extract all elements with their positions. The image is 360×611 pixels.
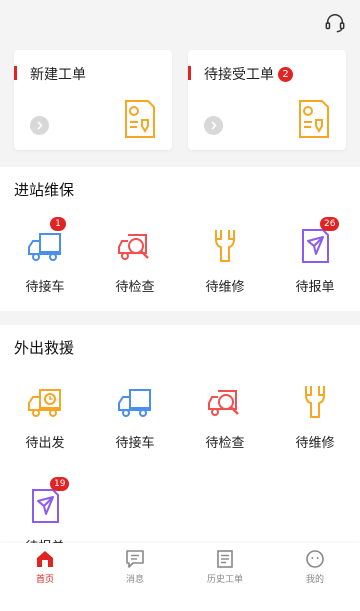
wrench-icon [215,230,235,262]
inspect-icon [118,234,149,260]
tab-label: 历史工单 [206,575,243,585]
grid-item-label: 待维修 [205,280,245,295]
grid-item-repair[interactable]: 待维修 [180,227,270,307]
station-maintenance-section: 进站维保 1 待接车 待检查 待维修 26 待报单 [0,167,360,311]
pending-accept-order-card[interactable]: 待接受工单 2 [188,50,346,150]
grid-item-repair[interactable]: 待维修 [270,383,360,463]
tab-messages[interactable]: 消息 [90,549,180,589]
report-icon [302,229,329,263]
grid-item-depart[interactable]: 待出发 [0,383,90,463]
top-bar [0,0,360,40]
count-badge: 1 [50,217,66,231]
grid-item-label: 待报单 [295,280,335,295]
work-order-doc-icon [299,100,329,138]
inspect-icon [208,390,239,416]
grid-item-label: 待维修 [295,436,335,451]
count-badge: 19 [50,477,70,491]
tab-label: 首页 [35,575,54,585]
profile-icon [306,550,324,568]
count-badge: 2 [278,67,293,82]
arrow-right-icon[interactable] [204,116,223,135]
tab-label: 消息 [125,575,144,585]
card-accent-bar [14,66,17,80]
arrow-right-icon[interactable] [30,116,49,135]
work-order-doc-icon [125,100,155,138]
count-badge: 26 [320,217,340,231]
section-title: 外出救援 [14,339,75,357]
bottom-tab-bar: 首页 消息 历史工单 我的 [0,543,360,611]
headset-icon[interactable] [324,12,346,34]
history-icon [217,550,233,568]
card-accent-bar [188,66,191,80]
truck-icon [28,233,61,261]
wrench-icon [305,386,325,418]
grid-item-label: 待出发 [25,436,65,451]
message-icon [126,550,144,568]
grid-item-label: 待检查 [205,436,245,451]
grid-item-report[interactable]: 26 待报单 [270,217,360,307]
grid-item-inspect[interactable]: 待检查 [180,383,270,463]
grid-item-label: 待接车 [115,436,155,451]
grid-item-pickup-car[interactable]: 待接车 [90,383,180,463]
report-icon [32,489,59,523]
card-title: 待接受工单 2 [204,64,293,84]
depart-truck-icon [28,389,61,417]
tab-history-orders[interactable]: 历史工单 [180,549,270,589]
tab-label: 我的 [305,575,324,585]
truck-icon [118,389,151,417]
tab-home[interactable]: 首页 [0,549,90,589]
tab-profile[interactable]: 我的 [270,549,360,589]
grid-item-label: 待接车 [25,280,65,295]
grid-item-pickup-car[interactable]: 1 待接车 [0,217,90,307]
section-title: 进站维保 [14,181,75,199]
grid-item-inspect[interactable]: 待检查 [90,227,180,307]
card-title: 新建工单 [30,67,86,83]
new-work-order-card[interactable]: 新建工单 [14,50,172,150]
grid-item-label: 待检查 [115,280,155,295]
app-screen: 新建工单 待接受工单 2 进站维保 1 待接车 待检查 待维修 26 待报单 外… [0,0,360,611]
home-icon [37,551,53,567]
